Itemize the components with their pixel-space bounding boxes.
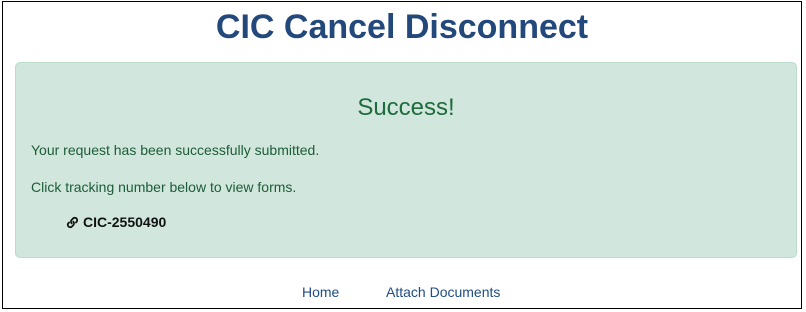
link-icon <box>66 216 79 228</box>
tracking-number-label: CIC-2550490 <box>83 214 167 230</box>
nav-attach-documents-link[interactable]: Attach Documents <box>386 283 500 301</box>
nav-home-link[interactable]: Home <box>302 283 339 301</box>
tracking-number-link[interactable]: CIC-2550490 <box>66 213 166 231</box>
success-message: Your request has been successfully submi… <box>31 142 320 158</box>
page-frame: CIC Cancel Disconnect Success! Your requ… <box>2 1 802 309</box>
alert-heading: Success! <box>357 94 455 121</box>
success-alert: Success! Your request has been successfu… <box>15 62 797 258</box>
footer-nav: Home Attach Documents <box>3 283 801 303</box>
page-title: CIC Cancel Disconnect <box>215 8 589 46</box>
tracking-instruction: Click tracking number below to view form… <box>31 179 297 195</box>
